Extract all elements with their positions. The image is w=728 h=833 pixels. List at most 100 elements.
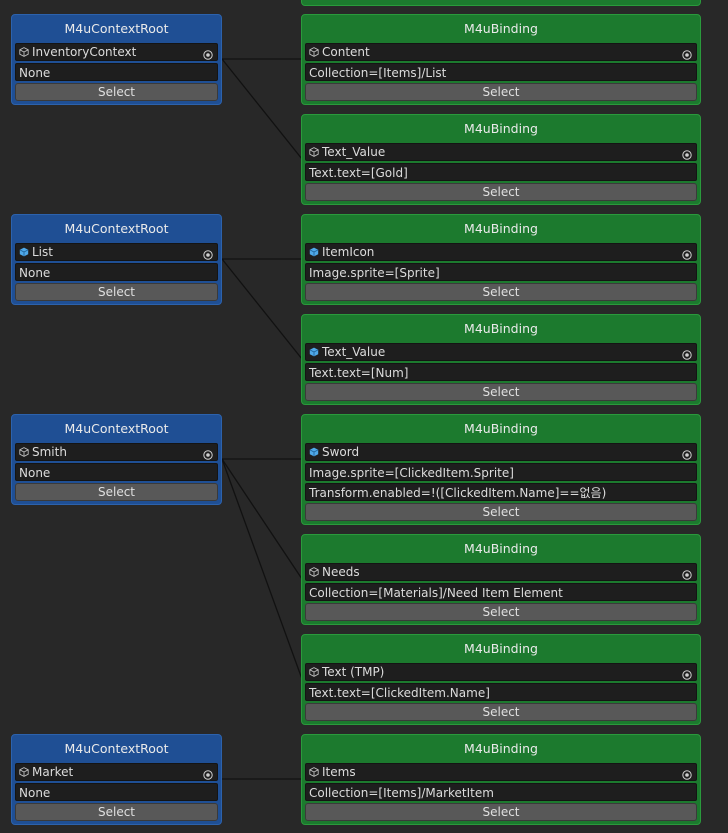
prefab-cube-icon	[309, 447, 319, 457]
object-picker-icon[interactable]	[682, 567, 692, 580]
object-name: InventoryContext	[32, 45, 137, 59]
node-title: M4uBinding	[464, 21, 538, 36]
binding-node[interactable]: M4uBinding Sword Image.sprite=[ClickedIt…	[301, 414, 701, 525]
object-picker-icon[interactable]	[682, 147, 692, 160]
object-picker-icon[interactable]	[203, 447, 213, 460]
object-name: Market	[32, 765, 74, 779]
node-title: M4uBinding	[464, 321, 538, 336]
object-field[interactable]: Text_Value	[305, 343, 697, 361]
object-field[interactable]: Text (TMP)	[305, 663, 697, 681]
binding-node[interactable]: M4uBinding Text_Value Text.text=[Num] Se…	[301, 314, 701, 405]
object-field[interactable]: Needs	[305, 563, 697, 581]
node-title: M4uBinding	[464, 641, 538, 656]
binding-node-partial[interactable]	[301, 0, 701, 6]
binding-expression-field[interactable]: Image.sprite=[ClickedItem.Sprite]	[305, 463, 697, 481]
binding-expression-field[interactable]: Image.sprite=[Sprite]	[305, 263, 697, 281]
object-picker-icon[interactable]	[203, 247, 213, 260]
wire-list-text-value	[221, 258, 303, 360]
object-name: Text_Value	[322, 145, 386, 159]
object-picker-icon[interactable]	[682, 767, 692, 780]
binding-expression-field[interactable]: Text.text=[Num]	[305, 363, 697, 381]
object-name: List	[32, 245, 53, 259]
object-field[interactable]: List	[15, 243, 218, 261]
object-field[interactable]: Smith	[15, 443, 218, 461]
select-button[interactable]: Select	[305, 183, 697, 201]
object-field[interactable]: ItemIcon	[305, 243, 697, 261]
object-name: Sword	[322, 445, 360, 459]
object-field[interactable]: Items	[305, 763, 697, 781]
select-button[interactable]: Select	[15, 483, 218, 501]
context-value-field[interactable]: None	[15, 783, 218, 801]
gameobject-cube-icon	[309, 147, 319, 157]
object-picker-icon[interactable]	[203, 47, 213, 60]
object-field[interactable]: Text_Value	[305, 143, 697, 161]
binding-node[interactable]: M4uBinding Content Collection=[Items]/Li…	[301, 14, 701, 105]
binding-node[interactable]: M4uBinding Items Collection=[Items]/Mark…	[301, 734, 701, 825]
select-button[interactable]: Select	[15, 803, 218, 821]
prefab-cube-icon	[309, 247, 319, 257]
object-name: Content	[322, 45, 370, 59]
binding-node[interactable]: M4uBinding ItemIcon Image.sprite=[Sprite…	[301, 214, 701, 305]
context-value-field[interactable]: None	[15, 263, 218, 281]
object-picker-icon[interactable]	[682, 447, 692, 460]
select-button[interactable]: Select	[305, 83, 697, 101]
node-title: M4uBinding	[464, 541, 538, 556]
binding-expression-field[interactable]: Collection=[Items]/List	[305, 63, 697, 81]
gameobject-cube-icon	[309, 767, 319, 777]
node-title: M4uBinding	[464, 221, 538, 236]
context-root-node[interactable]: M4uContextRoot Smith None Select	[11, 414, 222, 505]
select-button[interactable]: Select	[15, 83, 218, 101]
wire-smith-text-tmp	[221, 458, 303, 680]
wire-inventory-text-value	[221, 58, 303, 160]
binding-expression-field[interactable]: Collection=[Materials]/Need Item Element	[305, 583, 697, 601]
object-name: Needs	[322, 565, 360, 579]
object-name: Items	[322, 765, 356, 779]
context-root-node[interactable]: M4uContextRoot List None Select	[11, 214, 222, 305]
select-button[interactable]: Select	[305, 603, 697, 621]
object-picker-icon[interactable]	[682, 347, 692, 360]
binding-expression-field[interactable]: Collection=[Items]/MarketItem	[305, 783, 697, 801]
gameobject-cube-icon	[19, 447, 29, 457]
object-name: Text_Value	[322, 345, 386, 359]
object-picker-icon[interactable]	[682, 667, 692, 680]
select-button[interactable]: Select	[305, 703, 697, 721]
binding-node[interactable]: M4uBinding Needs Collection=[Materials]/…	[301, 534, 701, 625]
binding-expression-field[interactable]: Transform.enabled=!([ClickedItem.Name]==…	[305, 483, 697, 501]
select-button[interactable]: Select	[15, 283, 218, 301]
object-field[interactable]: Sword	[305, 443, 697, 461]
binding-node[interactable]: M4uBinding Text (TMP) Text.text=[Clicked…	[301, 634, 701, 725]
select-button[interactable]: Select	[305, 503, 697, 521]
object-field[interactable]: InventoryContext	[15, 43, 218, 61]
context-root-node[interactable]: M4uContextRoot InventoryContext None Sel…	[11, 14, 222, 105]
object-field[interactable]: Content	[305, 43, 697, 61]
object-picker-icon[interactable]	[682, 247, 692, 260]
context-root-node[interactable]: M4uContextRoot Market None Select	[11, 734, 222, 825]
gameobject-cube-icon	[19, 767, 29, 777]
object-name: Smith	[32, 445, 67, 459]
prefab-cube-icon	[19, 247, 29, 257]
node-title: M4uBinding	[464, 421, 538, 436]
node-title: M4uContextRoot	[64, 741, 169, 756]
binding-expression-field[interactable]: Text.text=[ClickedItem.Name]	[305, 683, 697, 701]
object-name: ItemIcon	[322, 245, 375, 259]
select-button[interactable]: Select	[305, 803, 697, 821]
node-title: M4uBinding	[464, 121, 538, 136]
object-name: Text (TMP)	[322, 665, 385, 679]
gameobject-cube-icon	[309, 667, 319, 677]
gameobject-cube-icon	[309, 567, 319, 577]
gameobject-cube-icon	[19, 47, 29, 57]
select-button[interactable]: Select	[305, 383, 697, 401]
select-button[interactable]: Select	[305, 283, 697, 301]
context-value-field[interactable]: None	[15, 463, 218, 481]
object-picker-icon[interactable]	[203, 767, 213, 780]
gameobject-cube-icon	[309, 47, 319, 57]
node-title: M4uBinding	[464, 741, 538, 756]
binding-node[interactable]: M4uBinding Text_Value Text.text=[Gold] S…	[301, 114, 701, 205]
prefab-cube-icon	[309, 347, 319, 357]
node-title: M4uContextRoot	[64, 21, 169, 36]
node-title: M4uContextRoot	[64, 221, 169, 236]
object-field[interactable]: Market	[15, 763, 218, 781]
binding-expression-field[interactable]: Text.text=[Gold]	[305, 163, 697, 181]
object-picker-icon[interactable]	[682, 47, 692, 60]
context-value-field[interactable]: None	[15, 63, 218, 81]
